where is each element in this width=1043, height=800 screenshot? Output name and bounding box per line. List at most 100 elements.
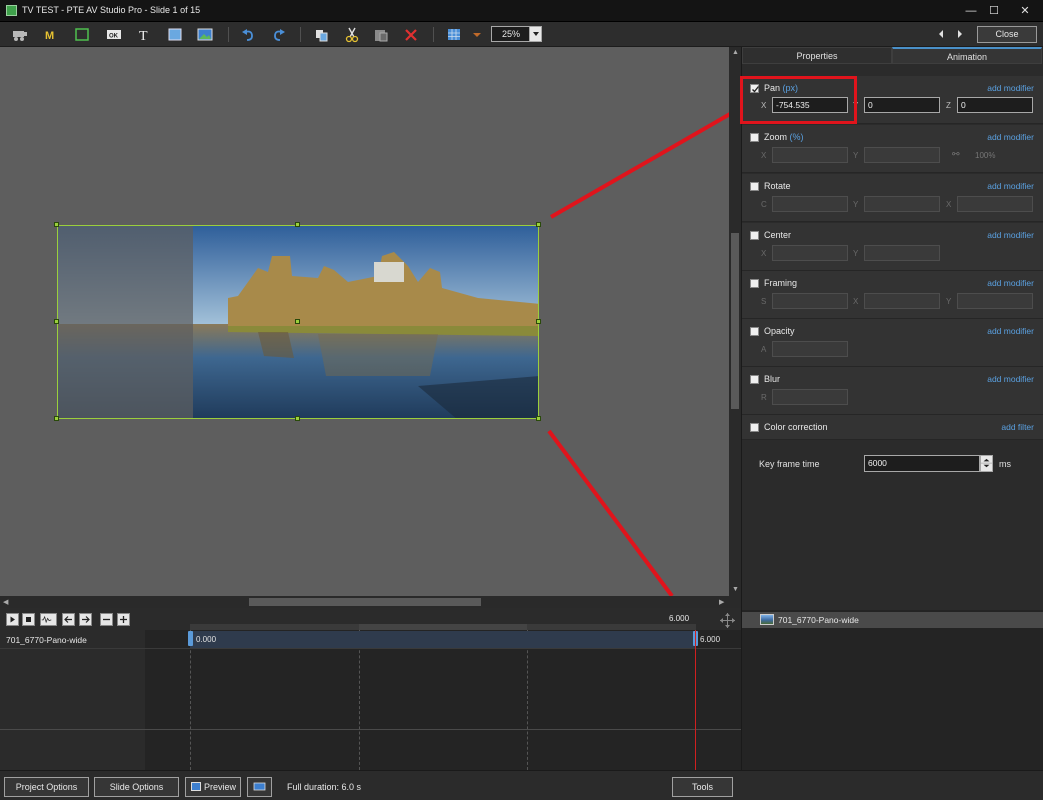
undo-icon[interactable] [238,25,258,44]
blur-checkbox[interactable] [750,375,759,384]
mask-icon[interactable]: M [40,25,60,44]
resize-handle[interactable] [536,319,541,324]
tools-button[interactable]: Tools [672,777,733,797]
track-row[interactable]: 701_6770-Pano-wide 0.000 6.000 [0,630,741,649]
tab-animation[interactable]: Animation [892,47,1042,64]
rectangle-icon[interactable] [165,25,185,44]
framing-y-input[interactable] [957,293,1033,309]
opacity-checkbox[interactable] [750,327,759,336]
frame-icon[interactable] [72,25,92,44]
rotate-x-input[interactable] [957,196,1033,212]
zoom-in-icon[interactable] [117,613,130,626]
cut-icon[interactable] [342,25,362,44]
resize-handle[interactable] [536,416,541,421]
redo-icon[interactable] [269,25,289,44]
arrow-left-icon[interactable] [62,613,75,626]
resize-handle[interactable] [295,222,300,227]
framing-s-input[interactable] [772,293,848,309]
move-icon[interactable] [719,612,736,629]
resize-handle[interactable] [54,319,59,324]
pan-z-input[interactable]: 0 [957,97,1033,113]
paste-icon[interactable] [371,25,391,44]
image-thumbnail-icon [760,614,774,625]
framing-x-input[interactable] [864,293,940,309]
scroll-right-icon[interactable]: ▶ [719,598,724,606]
close-button[interactable]: Close [977,26,1037,43]
keyframe-marker-start[interactable] [188,631,193,646]
center-x-axis-label: X [761,249,767,258]
vertical-scroll-thumb[interactable] [731,233,739,409]
play-icon[interactable] [6,613,19,626]
rotate-add-modifier-link[interactable]: add modifier [987,181,1034,191]
opacity-add-modifier-link[interactable]: add modifier [987,326,1034,336]
title-bar: TV TEST - PTE AV Studio Pro - Slide 1 of… [0,0,1043,22]
next-slide-icon[interactable] [955,28,965,40]
scroll-down-icon[interactable]: ▼ [732,586,739,593]
grid-dropdown-icon[interactable] [467,25,487,44]
rotate-checkbox[interactable] [750,182,759,191]
center-checkbox[interactable] [750,231,759,240]
timeline-ruler[interactable]: 6.000 [190,610,741,630]
add-filter-link[interactable]: add filter [1001,422,1034,432]
grid-icon[interactable] [444,25,464,44]
framing-checkbox[interactable] [750,279,759,288]
opacity-a-input[interactable] [772,341,848,357]
project-options-button[interactable]: Project Options [4,777,89,797]
resize-handle[interactable] [54,222,59,227]
keyframe-track-bar[interactable] [190,631,696,648]
ok-icon[interactable]: OK [104,25,124,44]
delete-icon[interactable] [401,25,421,44]
center-handle[interactable] [295,319,300,324]
link-icon[interactable]: ⚯ [952,149,960,160]
keyframe-time-input[interactable]: 6000 [864,455,980,472]
pan-y-input[interactable]: 0 [864,97,940,113]
keyframe-time-spinner[interactable] [980,455,993,472]
zoom-add-modifier-link[interactable]: add modifier [987,132,1034,142]
center-x-input[interactable] [772,245,848,261]
app-icon [6,5,17,16]
stop-icon[interactable] [22,613,35,626]
zoom-select[interactable]: 25% [491,26,542,42]
blur-r-input[interactable] [772,389,848,405]
horizontal-scrollbar[interactable]: ◀ ▶ [0,596,741,608]
resize-handle[interactable] [536,222,541,227]
waveform-icon[interactable] [40,613,57,626]
playhead[interactable] [695,630,696,770]
slide-canvas[interactable] [0,47,729,596]
toolbar-separator [300,27,301,42]
chevron-down-icon[interactable] [529,27,541,41]
window-close-button[interactable]: ✕ [1001,0,1043,22]
previous-slide-icon[interactable] [936,28,946,40]
zoom-y-input[interactable] [864,147,940,163]
rotate-y-input[interactable] [864,196,940,212]
color-correction-checkbox[interactable] [750,423,759,432]
copy-icon[interactable] [311,25,331,44]
vertical-scrollbar[interactable]: ▲ ▼ [729,47,741,596]
screen-button[interactable] [247,777,272,797]
zoom-out-icon[interactable] [100,613,113,626]
image-icon[interactable] [195,25,215,44]
resize-handle[interactable] [54,416,59,421]
scroll-left-icon[interactable]: ◀ [3,598,8,606]
slideshow-icon[interactable] [9,25,29,44]
tab-properties[interactable]: Properties [742,47,892,64]
object-list-item[interactable]: 701_6770-Pano-wide [742,612,1043,628]
arrow-right-icon[interactable] [79,613,92,626]
zoom-x-input[interactable] [772,147,848,163]
horizontal-scroll-thumb[interactable] [249,598,481,606]
slide-options-button[interactable]: Slide Options [94,777,179,797]
pan-add-modifier-link[interactable]: add modifier [987,83,1034,93]
full-duration-label: Full duration: 6.0 s [287,782,362,792]
scroll-up-icon[interactable]: ▲ [732,49,739,56]
rotate-c-input[interactable] [772,196,848,212]
blur-add-modifier-link[interactable]: add modifier [987,374,1034,384]
object-list-panel: 701_6770-Pano-wide [741,610,1043,770]
preview-button[interactable]: Preview [185,777,241,797]
framing-add-modifier-link[interactable]: add modifier [987,278,1034,288]
timeline-lanes[interactable]: 701_6770-Pano-wide 0.000 6.000 [0,630,741,770]
resize-handle[interactable] [295,416,300,421]
text-icon[interactable]: T [134,25,154,44]
zoom-checkbox[interactable] [750,133,759,142]
center-y-input[interactable] [864,245,940,261]
center-add-modifier-link[interactable]: add modifier [987,230,1034,240]
